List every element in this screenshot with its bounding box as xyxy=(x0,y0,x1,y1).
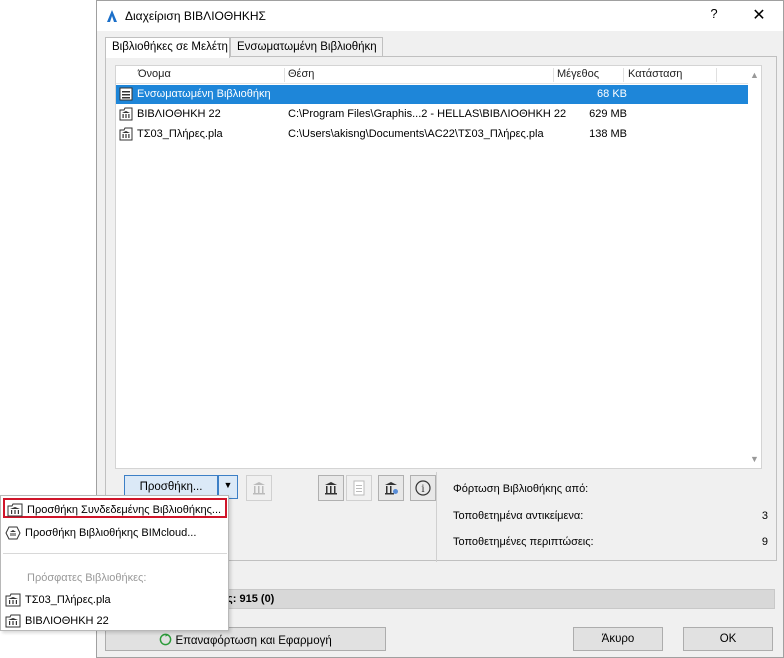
reload-button-label: Επαναφόρτωση και Εφαρμογή xyxy=(175,635,332,647)
remove-library-button[interactable] xyxy=(246,475,272,501)
tab-panel: Όνομα Θέση Μέγεθος Κατάσταση Ενσωματωμέν… xyxy=(105,56,777,562)
add-library-dropdown-menu: Προσθήκη Συνδεδεμένης Βιβλιοθήκης... Προ… xyxy=(0,495,229,631)
row-path: C:\Program Files\Graphis...2 - HELLAS\ΒΙ… xyxy=(288,108,567,120)
column-header-name[interactable]: Όνομα xyxy=(138,68,171,80)
row-size: 68 KB xyxy=(597,88,627,100)
column-header-path[interactable]: Θέση xyxy=(288,68,314,80)
menu-separator xyxy=(3,553,227,554)
scroll-down-icon[interactable]: ▼ xyxy=(750,454,759,464)
column-header-status[interactable]: Κατάσταση xyxy=(628,68,682,80)
chevron-down-icon: ▼ xyxy=(223,480,233,490)
menu-item-add-bimcloud-library[interactable]: Προσθήκη Βιβλιοθήκης BIMcloud... xyxy=(3,523,227,543)
linked-library-icon xyxy=(5,614,21,628)
linked-library-icon xyxy=(5,593,21,607)
linked-library-icon xyxy=(7,503,23,517)
linked-library-icon xyxy=(119,107,133,121)
menu-item-label: ΒΙΒΛΙΟΘΗΚΗ 22 xyxy=(25,615,109,627)
tab-libraries-in-project[interactable]: Βιβλιοθήκες σε Μελέτη xyxy=(105,37,230,58)
row-size: 629 MB xyxy=(589,108,627,120)
column-separator xyxy=(553,68,554,82)
embedded-library-icon xyxy=(119,87,133,101)
library-gear-icon xyxy=(385,482,398,495)
window-title: Διαχείριση ΒΙΒΛΙΟΘΗΚΗΣ xyxy=(125,9,266,23)
menu-item-add-linked-library[interactable]: Προσθήκη Συνδεδεμένης Βιβλιοθήκης... xyxy=(3,498,227,518)
row-size: 138 MB xyxy=(589,128,627,140)
ok-button[interactable]: OK xyxy=(683,627,773,651)
row-name: ΒΙΒΛΙΟΘΗΚΗ 22 xyxy=(137,108,221,120)
column-separator xyxy=(623,68,624,82)
menu-item-label: ΤΣ03_Πλήρες.pla xyxy=(25,594,111,606)
row-path: C:\Users\akisng\Documents\AC22\ΤΣ03_Πλήρ… xyxy=(288,128,544,140)
menu-item-recent-library[interactable]: ΤΣ03_Πλήρες.pla xyxy=(3,590,227,610)
column-header-size[interactable]: Μέγεθος xyxy=(557,68,599,80)
svg-text:i: i xyxy=(421,484,424,495)
library-list[interactable]: Όνομα Θέση Μέγεθος Κατάσταση Ενσωματωμέν… xyxy=(115,65,762,469)
reload-icon xyxy=(159,633,172,646)
panel-divider xyxy=(436,472,437,562)
linked-library-icon xyxy=(119,127,133,141)
placed-objects-label: Τοποθετημένα αντικείμενα: xyxy=(453,510,584,522)
load-library-from-label: Φόρτωση Βιβλιοθήκης από: xyxy=(453,483,589,495)
row-name: Ενσωματωμένη Βιβλιοθήκη xyxy=(137,88,271,100)
status-text: ις: 915 (0) xyxy=(224,593,275,605)
help-button[interactable]: ? xyxy=(702,6,726,26)
document-icon xyxy=(353,480,365,496)
library-document-button[interactable] xyxy=(346,475,372,501)
archicad-app-icon xyxy=(107,10,117,22)
library-reload-button[interactable] xyxy=(318,475,344,501)
title-bar: Διαχείριση ΒΙΒΛΙΟΘΗΚΗΣ ? ✕ xyxy=(97,1,783,31)
tab-embedded-library[interactable]: Ενσωματωμένη Βιβλιοθήκη xyxy=(230,37,383,57)
menu-item-label: Προσθήκη Βιβλιοθήκης BIMcloud... xyxy=(25,527,197,539)
cancel-button[interactable]: Άκυρο xyxy=(573,627,663,651)
library-remove-icon xyxy=(253,482,265,495)
scroll-up-icon[interactable]: ▲ xyxy=(750,70,759,80)
close-button[interactable]: ✕ xyxy=(747,5,771,25)
library-settings-button[interactable] xyxy=(378,475,404,501)
list-header: Όνομα Θέση Μέγεθος Κατάσταση xyxy=(116,66,748,84)
column-separator xyxy=(716,68,717,82)
table-row[interactable]: ΒΙΒΛΙΟΘΗΚΗ 22 C:\Program Files\Graphis..… xyxy=(116,105,748,124)
bimcloud-library-icon xyxy=(5,526,21,540)
list-scrollbar[interactable]: ▲ ▼ xyxy=(747,66,761,468)
table-row[interactable]: Ενσωματωμένη Βιβλιοθήκη 68 KB xyxy=(116,85,748,104)
placed-instances-label: Τοποθετημένες περιπτώσεις: xyxy=(453,536,594,548)
placed-objects-value: 3 xyxy=(761,510,768,522)
menu-item-label: Προσθήκη Συνδεδεμένης Βιβλιοθήκης... xyxy=(27,504,222,516)
library-icon xyxy=(325,482,337,495)
info-button[interactable]: i xyxy=(410,475,436,501)
column-separator xyxy=(284,68,285,82)
recent-libraries-heading: Πρόσφατες Βιβλιοθήκες: xyxy=(27,572,147,584)
menu-item-recent-library[interactable]: ΒΙΒΛΙΟΘΗΚΗ 22 xyxy=(3,611,227,631)
placed-instances-value: 9 xyxy=(761,536,768,548)
info-icon: i xyxy=(415,480,431,496)
row-name: ΤΣ03_Πλήρες.pla xyxy=(137,128,223,140)
table-row[interactable]: ΤΣ03_Πλήρες.pla C:\Users\akisng\Document… xyxy=(116,125,748,144)
